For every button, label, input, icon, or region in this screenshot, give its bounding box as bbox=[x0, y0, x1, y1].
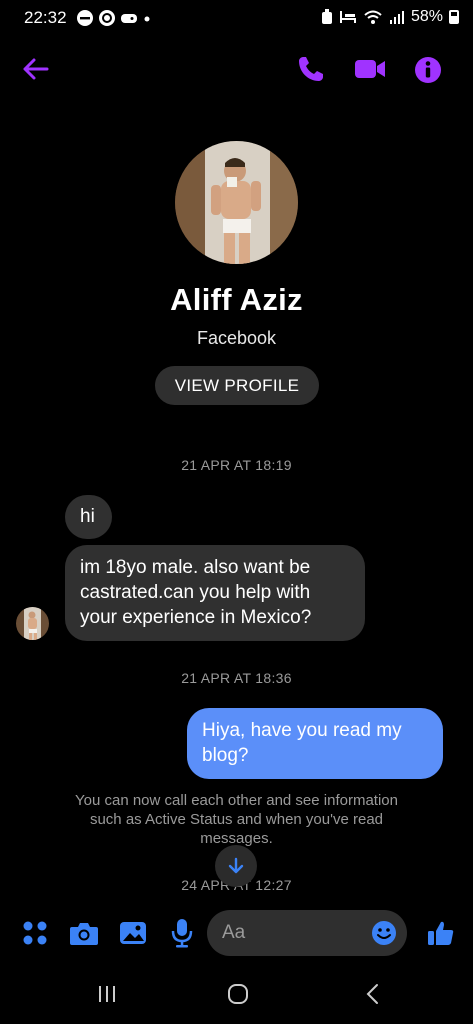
back-nav-button[interactable] bbox=[362, 981, 382, 1007]
more-actions-button[interactable] bbox=[20, 918, 50, 948]
sender-photo bbox=[16, 607, 49, 640]
like-button[interactable] bbox=[426, 918, 456, 948]
view-profile-button[interactable]: VIEW PROFILE bbox=[155, 366, 319, 405]
thumbs-up-icon bbox=[428, 921, 454, 945]
info-button[interactable] bbox=[410, 52, 446, 88]
video-camera-icon bbox=[355, 60, 385, 78]
battery-icon bbox=[449, 10, 459, 24]
status-right: 58% bbox=[321, 8, 459, 26]
phone-icon bbox=[299, 57, 323, 81]
arrow-left-icon bbox=[23, 58, 49, 80]
status-time: 22:32 bbox=[24, 8, 67, 27]
message-composer: Aa bbox=[0, 906, 473, 962]
emoji-icon bbox=[372, 921, 396, 945]
minus-circle-icon bbox=[77, 10, 93, 26]
sender-avatar[interactable] bbox=[16, 607, 49, 640]
chevron-left-icon bbox=[366, 984, 378, 1004]
bed-icon bbox=[339, 11, 356, 23]
profile-photo bbox=[175, 141, 298, 264]
status-bar: 22:32 58% bbox=[0, 0, 473, 36]
incoming-message[interactable]: hi bbox=[65, 495, 112, 539]
dot-icon bbox=[144, 16, 150, 22]
scroll-to-bottom-button[interactable] bbox=[215, 845, 257, 887]
camera-button[interactable] bbox=[69, 918, 99, 948]
emoji-button[interactable] bbox=[371, 920, 397, 946]
data-saver-icon bbox=[321, 9, 332, 24]
timestamp: 21 APR AT 18:19 bbox=[181, 457, 292, 473]
outgoing-message[interactable]: Hiya, have you read my blog? bbox=[187, 708, 443, 779]
recent-apps-icon bbox=[99, 986, 115, 1002]
wifi-icon bbox=[364, 10, 382, 24]
profile-name: Aliff Aziz bbox=[170, 282, 303, 317]
recent-apps-button[interactable] bbox=[96, 981, 118, 1007]
gallery-button[interactable] bbox=[118, 918, 148, 948]
battery-percent: 58% bbox=[410, 8, 443, 25]
profile-avatar[interactable] bbox=[175, 141, 298, 264]
gamepad-icon bbox=[121, 14, 137, 23]
signal-icon bbox=[389, 11, 404, 24]
info-icon bbox=[415, 57, 441, 83]
profile-source: Facebook bbox=[196, 328, 277, 348]
incoming-message[interactable]: im 18yo male. also want be castrated.can… bbox=[65, 545, 365, 641]
conversation-header bbox=[0, 44, 473, 92]
call-button[interactable] bbox=[294, 52, 328, 86]
microphone-icon bbox=[171, 919, 193, 948]
home-icon bbox=[228, 984, 248, 1004]
notification-icons bbox=[76, 9, 152, 27]
home-button[interactable] bbox=[227, 981, 249, 1007]
system-notice: You can now call each other and see info… bbox=[75, 792, 398, 847]
back-button[interactable] bbox=[18, 52, 52, 86]
video-call-button[interactable] bbox=[350, 52, 390, 86]
image-icon bbox=[120, 922, 146, 944]
camera-icon bbox=[70, 923, 98, 945]
arrow-down-icon bbox=[228, 857, 244, 874]
four-dots-menu-icon bbox=[23, 921, 47, 945]
message-placeholder: Aa bbox=[222, 922, 246, 943]
system-navigation-bar bbox=[0, 965, 473, 1024]
q-app-icon bbox=[99, 10, 115, 26]
timestamp: 21 APR AT 18:36 bbox=[181, 670, 292, 686]
voice-message-button[interactable] bbox=[167, 918, 197, 948]
